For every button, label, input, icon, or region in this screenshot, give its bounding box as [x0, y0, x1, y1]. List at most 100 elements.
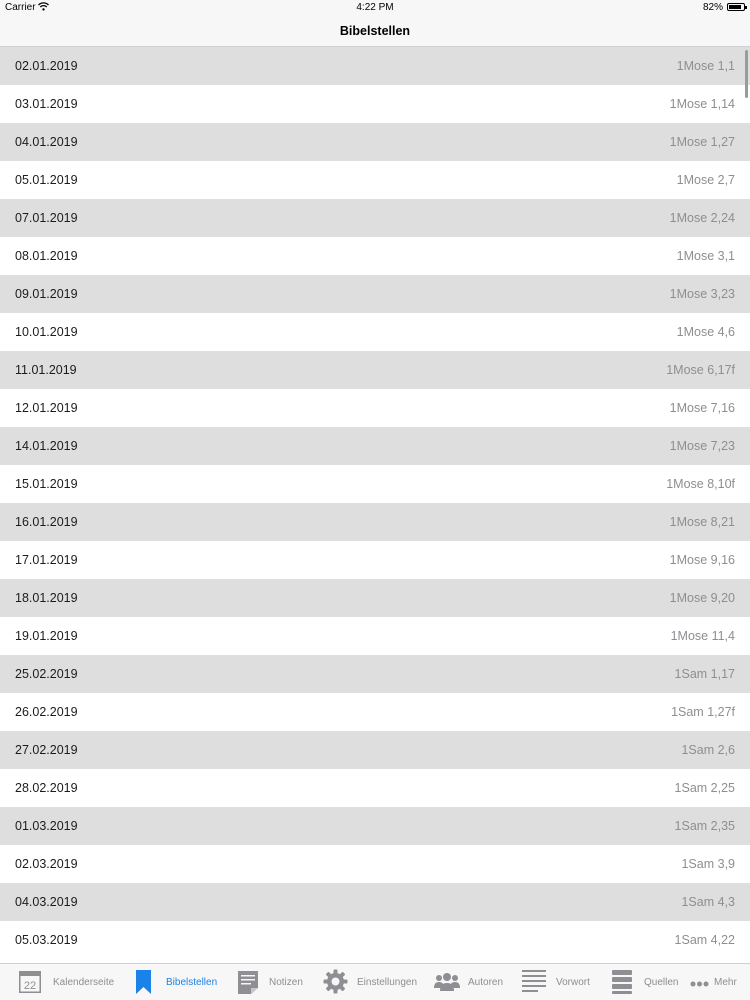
list-item[interactable]: 17.01.2019 1Mose 9,16 [0, 541, 750, 579]
list-item[interactable]: 16.01.2019 1Mose 8,21 [0, 503, 750, 541]
list-item[interactable]: 03.01.2019 1Mose 1,14 [0, 85, 750, 123]
row-bible-reference: 1Mose 9,20 [669, 591, 735, 605]
row-date: 27.02.2019 [15, 743, 78, 757]
row-bible-reference: 1Mose 11,4 [670, 629, 735, 643]
tab-autoren[interactable]: Autoren [433, 964, 513, 1000]
clock: 4:22 PM [356, 2, 394, 13]
row-date: 09.01.2019 [15, 287, 78, 301]
row-bible-reference: 1Mose 9,16 [669, 553, 735, 567]
status-bar: Carrier 4:22 PM 82% [0, 0, 750, 16]
battery-icon [727, 3, 747, 11]
note-icon [237, 970, 259, 998]
row-bible-reference: 1Mose 2,24 [669, 211, 735, 225]
tab-label: Vorwort [556, 977, 590, 988]
list-item[interactable]: 04.01.2019 1Mose 1,27 [0, 123, 750, 161]
row-date: 03.01.2019 [15, 97, 78, 111]
tab-quellen[interactable]: Quellen [610, 964, 680, 1000]
row-bible-reference: 1Mose 4,6 [676, 325, 735, 339]
row-date: 01.03.2019 [15, 819, 78, 833]
row-bible-reference: 1Mose 8,21 [669, 515, 735, 529]
row-bible-reference: 1Mose 1,1 [676, 59, 735, 73]
text-lines-icon [522, 969, 546, 998]
list-item[interactable]: 08.01.2019 1Mose 3,1 [0, 237, 750, 275]
row-bible-reference: 1Mose 3,1 [676, 249, 735, 263]
gear-icon [323, 969, 348, 997]
row-date: 04.01.2019 [15, 135, 78, 149]
calendar-day-number: 22 [24, 980, 36, 992]
navigation-bar: Bibelstellen [0, 16, 750, 47]
row-date: 26.02.2019 [15, 705, 78, 719]
row-bible-reference: 1Mose 1,14 [669, 97, 735, 111]
row-date: 07.01.2019 [15, 211, 78, 225]
row-bible-reference: 1Mose 3,23 [669, 287, 735, 301]
list-item[interactable]: 01.03.2019 1Sam 2,35 [0, 807, 750, 845]
list-item[interactable]: 02.03.2019 1Sam 3,9 [0, 845, 750, 883]
row-bible-reference: 1Mose 1,27 [669, 135, 735, 149]
people-icon [434, 972, 460, 995]
row-date: 05.01.2019 [15, 173, 78, 187]
tab-einstellungen[interactable]: Einstellungen [322, 964, 422, 1000]
list-item[interactable]: 28.02.2019 1Sam 2,25 [0, 769, 750, 807]
row-bible-reference: 1Sam 4,22 [674, 933, 735, 947]
list-item[interactable]: 19.01.2019 1Mose 11,4 [0, 617, 750, 655]
row-date: 19.01.2019 [15, 629, 78, 643]
list-item[interactable]: 10.01.2019 1Mose 4,6 [0, 313, 750, 351]
list-item[interactable]: 11.01.2019 1Mose 6,17f [0, 351, 750, 389]
tab-label: Autoren [468, 977, 504, 988]
row-date: 14.01.2019 [15, 439, 78, 453]
row-date: 05.03.2019 [15, 933, 78, 947]
row-date: 02.01.2019 [15, 59, 78, 73]
list-item[interactable]: 18.01.2019 1Mose 9,20 [0, 579, 750, 617]
list-item[interactable]: 27.02.2019 1Sam 2,6 [0, 731, 750, 769]
list-item[interactable]: 05.01.2019 1Mose 2,7 [0, 161, 750, 199]
tab-label: Bibelstellen [166, 977, 218, 988]
scroll-indicator[interactable] [745, 50, 748, 98]
list-item[interactable]: 14.01.2019 1Mose 7,23 [0, 427, 750, 465]
tab-label: Mehr [714, 977, 737, 988]
list-item[interactable]: 12.01.2019 1Mose 7,16 [0, 389, 750, 427]
row-bible-reference: 1Mose 7,23 [669, 439, 735, 453]
row-date: 12.01.2019 [15, 401, 78, 415]
list-item[interactable]: 05.03.2019 1Sam 4,22 [0, 921, 750, 959]
row-bible-reference: 1Sam 4,3 [681, 895, 735, 909]
list-item[interactable]: 25.02.2019 1Sam 1,17 [0, 655, 750, 693]
bookmark-icon [135, 970, 152, 998]
tab-label: Notizen [269, 977, 303, 988]
row-bible-reference: 1Sam 2,25 [674, 781, 735, 795]
page-title: Bibelstellen [339, 24, 411, 38]
tab-kalenderseite[interactable]: 22 Kalenderseite [14, 964, 124, 1000]
tab-mehr[interactable]: Mehr [690, 964, 748, 1000]
row-bible-reference: 1Mose 7,16 [669, 401, 735, 415]
tab-label: Quellen [644, 977, 679, 988]
row-bible-reference: 1Mose 8,10f [666, 477, 735, 491]
battery-percentage: 82% [702, 2, 723, 13]
row-date: 18.01.2019 [15, 591, 78, 605]
list-item[interactable]: 04.03.2019 1Sam 4,3 [0, 883, 750, 921]
list-item[interactable]: 07.01.2019 1Mose 2,24 [0, 199, 750, 237]
bible-reference-list[interactable]: 02.01.2019 1Mose 1,1 03.01.2019 1Mose 1,14 0… [0, 47, 750, 963]
tab-vorwort[interactable]: Vorwort [521, 964, 601, 1000]
tab-bar: 22 Kalenderseite Bibelstellen Notizen Ei… [0, 963, 750, 1000]
row-date: 10.01.2019 [15, 325, 78, 339]
row-date: 17.01.2019 [15, 553, 78, 567]
row-date: 08.01.2019 [15, 249, 78, 263]
tab-label: Einstellungen [357, 977, 418, 988]
row-date: 25.02.2019 [15, 667, 78, 681]
row-date: 02.03.2019 [15, 857, 78, 871]
row-date: 11.01.2019 [15, 363, 77, 377]
list-item[interactable]: 02.01.2019 1Mose 1,1 [0, 47, 750, 85]
books-icon [611, 969, 633, 998]
tab-notizen[interactable]: Notizen [236, 964, 316, 1000]
row-bible-reference: 1Mose 2,7 [676, 173, 735, 187]
list-item[interactable]: 09.01.2019 1Mose 3,23 [0, 275, 750, 313]
calendar-icon: 22 [18, 970, 42, 997]
row-date: 04.03.2019 [15, 895, 78, 909]
tab-bibelstellen[interactable]: Bibelstellen [134, 964, 234, 1000]
more-icon [690, 979, 709, 990]
list-item[interactable]: 15.01.2019 1Mose 8,10f [0, 465, 750, 503]
row-bible-reference: 1Sam 1,27f [671, 705, 735, 719]
row-bible-reference: 1Sam 2,6 [681, 743, 735, 757]
list-item[interactable]: 26.02.2019 1Sam 1,27f [0, 693, 750, 731]
row-date: 15.01.2019 [15, 477, 78, 491]
row-date: 28.02.2019 [15, 781, 78, 795]
